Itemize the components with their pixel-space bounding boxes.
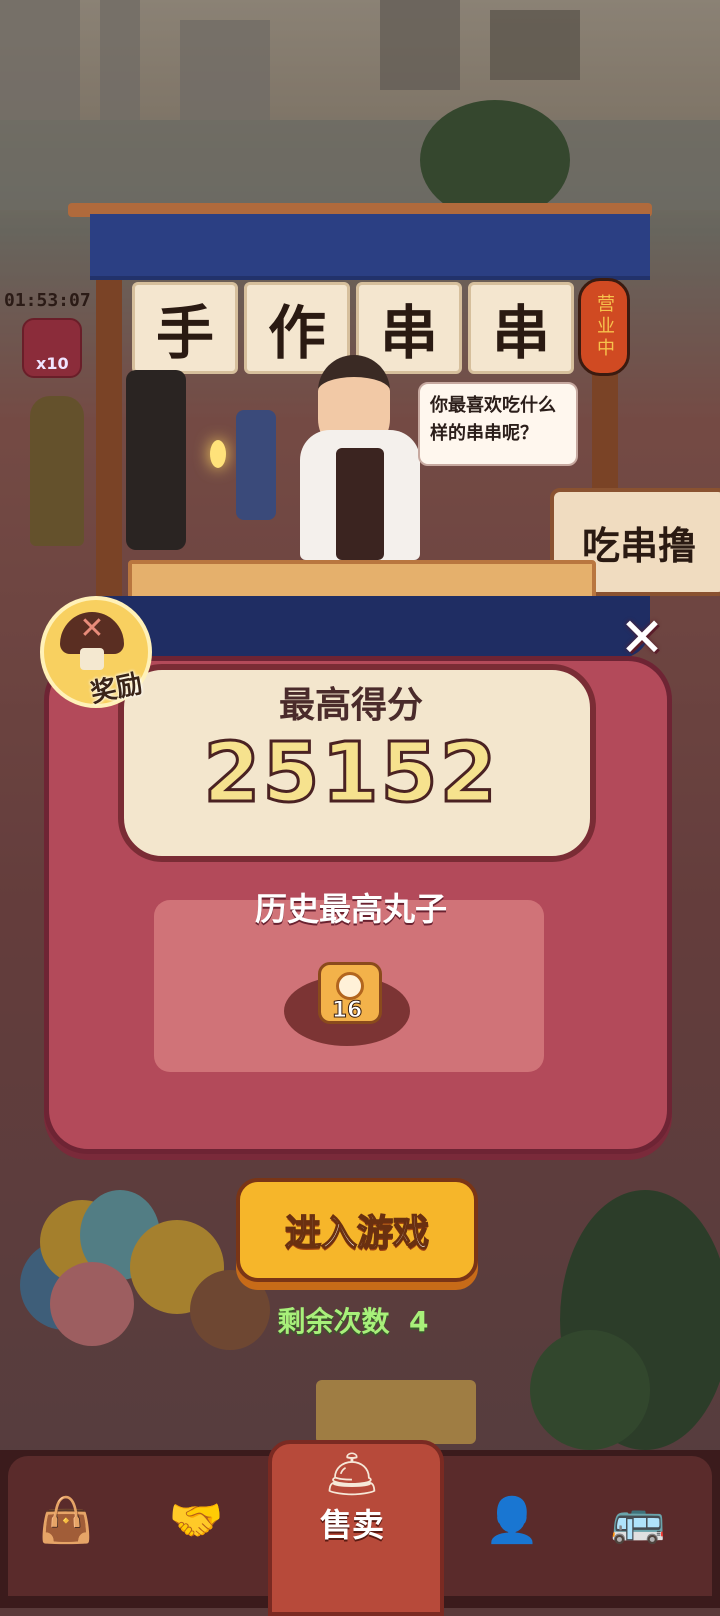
nav-bag[interactable]: 👜 bbox=[6, 1470, 126, 1570]
mushroom-cross-mark: ✕ bbox=[79, 611, 105, 646]
sign-plaque: 手 bbox=[132, 282, 238, 374]
bag-icon: 👜 bbox=[38, 1495, 94, 1546]
event-timer: 01:53:07 bbox=[4, 290, 91, 311]
meatball-count: 16 bbox=[331, 998, 363, 1024]
nav-chef-card[interactable]: 👤 bbox=[452, 1470, 572, 1570]
remaining-label: 剩余次数 bbox=[277, 1305, 390, 1338]
meatball-hole bbox=[336, 972, 364, 1000]
remaining-count: 4 bbox=[409, 1305, 429, 1338]
nav-sell-label: 售卖 bbox=[319, 1506, 384, 1544]
enter-game-label: 进入游戏 bbox=[284, 1212, 430, 1255]
gem-count: x10 bbox=[36, 354, 69, 373]
sign-plaque: 串 bbox=[468, 282, 574, 374]
nav-bus[interactable]: 🚌 bbox=[578, 1470, 698, 1570]
handshake-icon: 🤝 bbox=[168, 1495, 224, 1546]
stall-cloth bbox=[90, 596, 650, 658]
chef-card-icon: 👤 bbox=[484, 1495, 540, 1546]
hanging-coat bbox=[126, 370, 186, 550]
stall-post-left bbox=[96, 230, 122, 610]
best-score-title: 最高得分 bbox=[278, 685, 423, 726]
bus-icon: 🚌 bbox=[610, 1495, 666, 1546]
chef-apron bbox=[336, 448, 384, 560]
close-icon[interactable]: ✕ bbox=[614, 610, 670, 666]
child-figure bbox=[236, 410, 276, 520]
lantern: 营业中 bbox=[578, 278, 630, 376]
enter-game-button[interactable]: 进入游戏 bbox=[236, 1178, 478, 1282]
remaining-plays: 剩余次数 4 bbox=[236, 1300, 470, 1340]
light-bulb-icon bbox=[210, 440, 226, 468]
history-title: 历史最高丸子 bbox=[254, 890, 447, 928]
stall-curtain bbox=[90, 214, 650, 280]
food-cloche-icon: 🛎 bbox=[324, 1449, 380, 1500]
mushroom-stem bbox=[80, 648, 104, 670]
nav-handshake[interactable]: 🤝 bbox=[136, 1470, 256, 1570]
speech-bubble: 你最喜欢吃什么样的串串呢？ bbox=[418, 382, 578, 466]
best-score-value: 25152 bbox=[202, 725, 499, 823]
